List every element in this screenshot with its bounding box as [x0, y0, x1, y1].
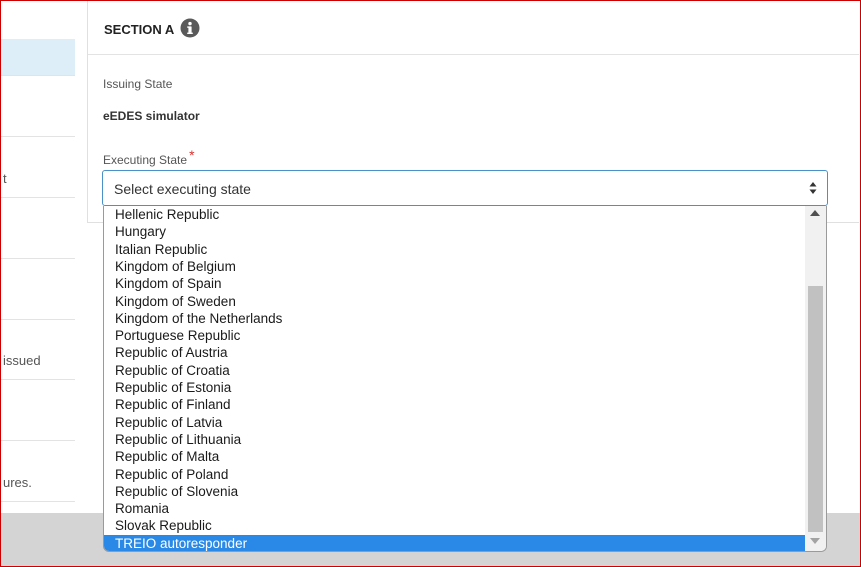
- dropdown-option[interactable]: Republic of Lithuania: [104, 431, 806, 448]
- sidebar-item-5[interactable]: [1, 259, 75, 320]
- dropdown-option[interactable]: Republic of Finland: [104, 396, 806, 413]
- dropdown-option[interactable]: Portuguese Republic: [104, 327, 806, 344]
- section-header: SECTION A: [88, 1, 859, 55]
- sidebar-item-3[interactable]: t: [1, 137, 75, 198]
- sidebar-item-8[interactable]: ures.: [1, 441, 75, 502]
- executing-state-dropdown[interactable]: Hellenic Republic Hungary Italian Republic…: [103, 206, 827, 552]
- info-icon[interactable]: [180, 18, 200, 38]
- sidebar-item-7[interactable]: [1, 380, 75, 441]
- dropdown-option[interactable]: Republic of Malta: [104, 448, 806, 465]
- dropdown-option[interactable]: Italian Republic: [104, 241, 806, 258]
- select-arrows-icon: [809, 182, 817, 194]
- sidebar-item-1[interactable]: [1, 39, 75, 76]
- issuing-state-value: eEDES simulator: [103, 109, 200, 123]
- sidebar-item-label: ures.: [3, 475, 32, 490]
- sidebar: t issued ures.: [1, 1, 75, 513]
- dropdown-option[interactable]: TREIO autoresponder: [104, 534, 806, 551]
- sidebar-item-label: t: [3, 171, 7, 186]
- scrollbar-thumb[interactable]: [808, 286, 823, 532]
- dropdown-option[interactable]: Republic of Poland: [104, 466, 806, 483]
- dropdown-option[interactable]: Romania: [104, 500, 806, 517]
- dropdown-option[interactable]: Republic of Estonia: [104, 379, 806, 396]
- executing-state-label: Executing State *: [103, 147, 195, 167]
- dropdown-option[interactable]: Kingdom of Belgium: [104, 258, 806, 275]
- dropdown-option[interactable]: Republic of Croatia: [104, 362, 806, 379]
- sidebar-item-2[interactable]: [1, 76, 75, 137]
- dropdown-option[interactable]: Kingdom of Sweden: [104, 293, 806, 310]
- dropdown-scrollbar[interactable]: [805, 206, 826, 551]
- sidebar-item-4[interactable]: [1, 198, 75, 259]
- dropdown-option[interactable]: Kingdom of Spain: [104, 275, 806, 292]
- scroll-down-icon[interactable]: [810, 538, 820, 544]
- sidebar-item-6[interactable]: issued: [1, 320, 75, 380]
- scroll-up-icon[interactable]: [810, 210, 820, 216]
- sidebar-item-label: issued: [3, 353, 41, 368]
- section-title: SECTION A: [104, 22, 175, 37]
- dropdown-option[interactable]: Hungary: [104, 223, 806, 240]
- dropdown-option[interactable]: Kingdom of the Netherlands: [104, 310, 806, 327]
- dropdown-option[interactable]: Republic of Latvia: [104, 414, 806, 431]
- executing-state-label-text: Executing State: [103, 153, 188, 167]
- required-marker: *: [189, 147, 195, 163]
- dropdown-option[interactable]: Slovak Republic: [104, 517, 806, 534]
- dropdown-option[interactable]: Republic of Austria: [104, 344, 806, 361]
- dropdown-option[interactable]: Hellenic Republic: [104, 206, 806, 223]
- dropdown-option[interactable]: Republic of Slovenia: [104, 483, 806, 500]
- select-placeholder: Select executing state: [114, 181, 251, 197]
- issuing-state-label: Issuing State: [103, 77, 173, 91]
- executing-state-select[interactable]: Select executing state: [102, 170, 828, 206]
